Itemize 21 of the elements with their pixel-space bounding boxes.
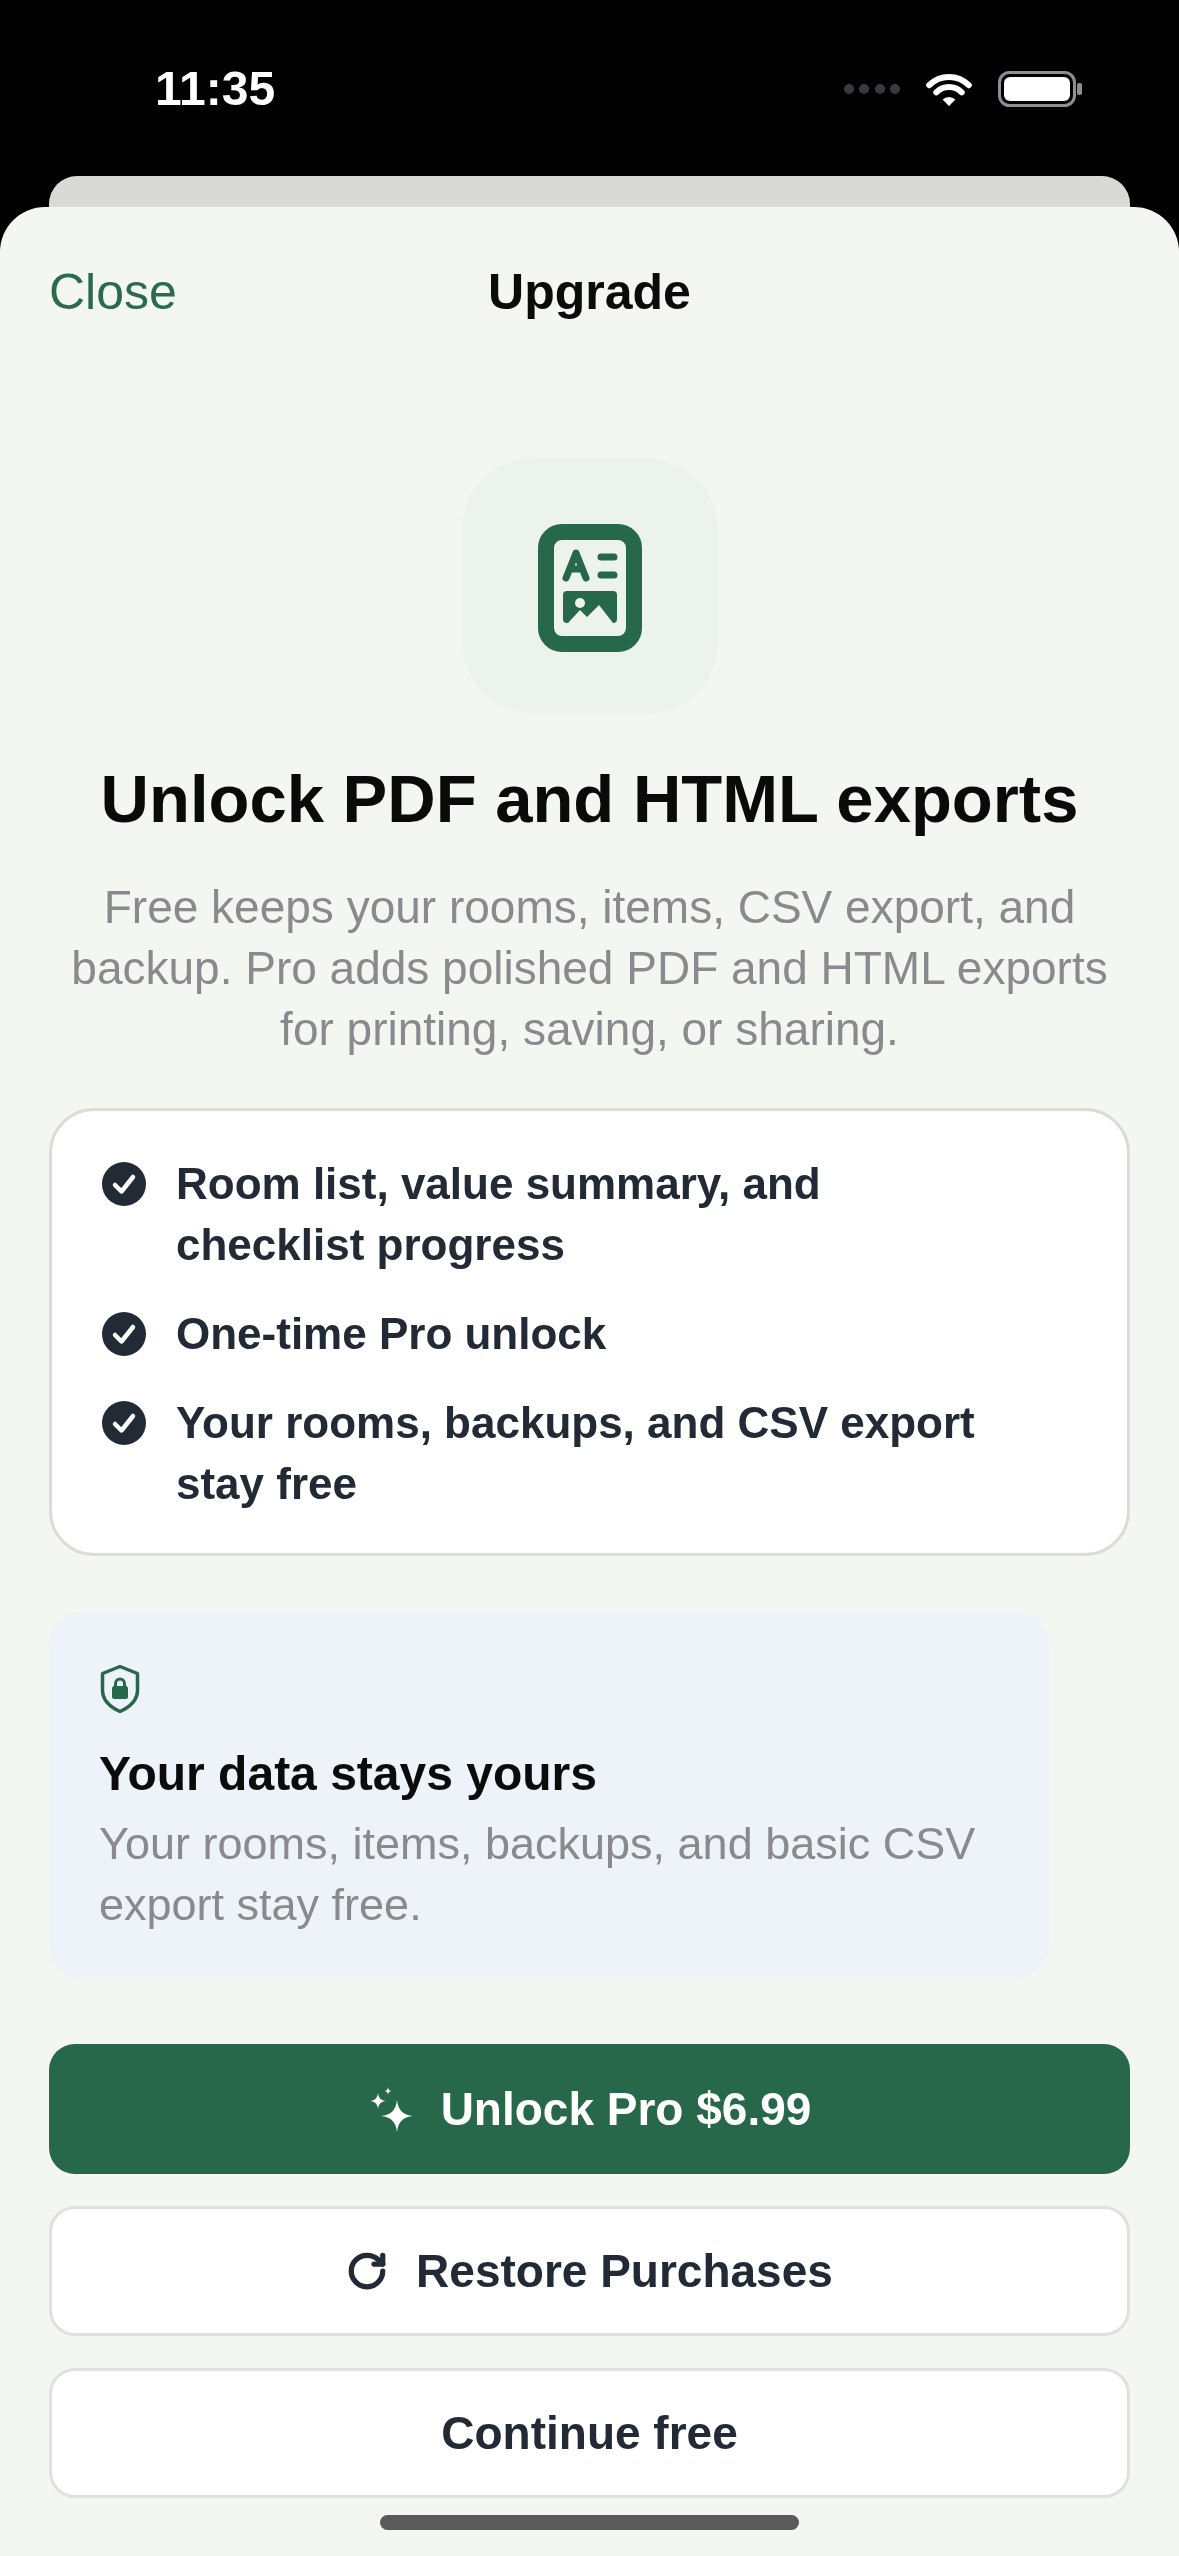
check-circle-icon xyxy=(102,1400,146,1445)
feature-text: One-time Pro unlock xyxy=(176,1308,607,1360)
shield-lock-icon xyxy=(99,1664,141,1714)
feature-text: Your rooms, backups, and CSV export stay free xyxy=(176,1397,976,1510)
sheet-title: Upgrade xyxy=(488,263,691,322)
unlock-pro-button[interactable]: Unlock Pro $6.99 xyxy=(49,2044,1130,2174)
continue-free-button[interactable]: Continue free xyxy=(49,2368,1130,2498)
info-text: Your rooms, items, backups, and basic CSV export stay free. xyxy=(99,1817,977,1932)
feature-text: Room list, value summary, and checklist progress xyxy=(176,1158,822,1271)
restore-purchases-button[interactable]: Restore Purchases xyxy=(49,2206,1130,2336)
info-title: Your data stays yours xyxy=(99,1746,597,1802)
close-button[interactable]: Close xyxy=(49,262,177,322)
status-time: 11:35 xyxy=(155,61,276,117)
battery-icon xyxy=(998,71,1082,107)
signal-icon xyxy=(844,84,900,94)
description-text: Free keeps your rooms, items, CSV export, and backup. Pro adds polished PDF and HTML exports for printing, saving, or sharing. xyxy=(70,880,1109,1057)
headline: Unlock PDF and HTML exports xyxy=(99,760,1080,838)
check-circle-icon xyxy=(102,1311,146,1356)
check-circle-icon xyxy=(102,1161,146,1206)
document-icon xyxy=(461,458,718,714)
wifi-icon xyxy=(924,71,974,107)
